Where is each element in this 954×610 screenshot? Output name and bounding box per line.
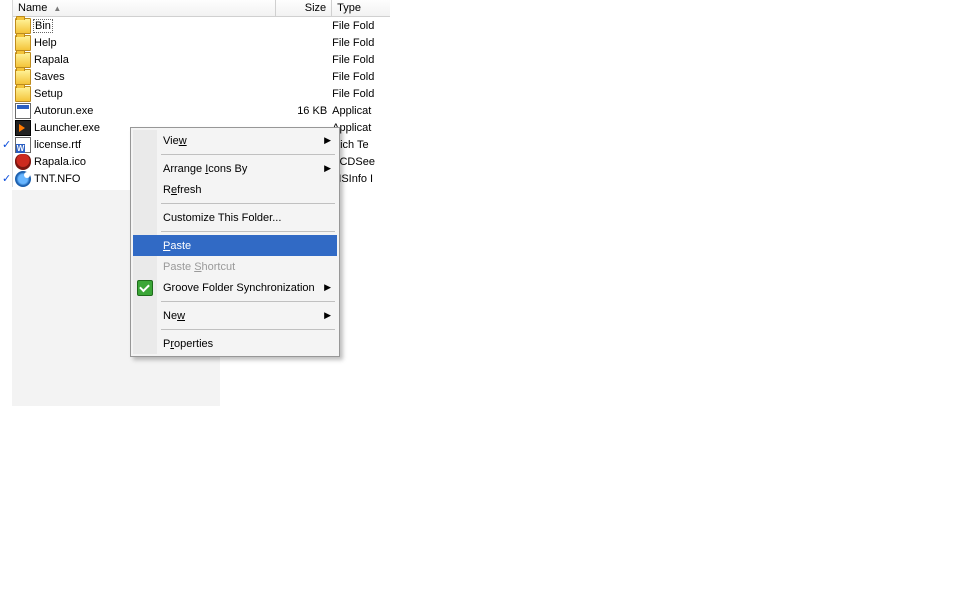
file-size: 16 KB <box>276 105 332 117</box>
column-header-type[interactable]: Type <box>332 0 390 16</box>
menu-item[interactable]: New ▶ <box>133 305 337 326</box>
submenu-arrow-icon: ▶ <box>324 135 331 146</box>
file-type: ACDSee <box>332 156 390 168</box>
menu-item-label: Groove Folder Synchronization <box>163 282 315 294</box>
menu-item[interactable]: Refresh <box>133 179 337 200</box>
menu-separator <box>133 228 337 235</box>
menu-separator <box>133 326 337 333</box>
column-header-row: Name ▲ Size Type <box>13 0 390 17</box>
file-name: Rapala <box>33 54 70 66</box>
file-name: license.rtf <box>33 139 82 151</box>
menu-item-label: View <box>163 135 187 147</box>
menu-item[interactable]: Paste <box>133 235 337 256</box>
context-menu: View ▶ Arrange Icons By ▶ Refresh Customize T… <box>130 127 340 357</box>
ico-icon <box>15 154 31 170</box>
column-header-name[interactable]: Name ▲ <box>13 0 276 16</box>
file-type: Applicat <box>332 122 390 134</box>
file-type: Applicat <box>332 105 390 117</box>
folder-icon <box>15 18 31 34</box>
file-name: Bin <box>33 19 53 33</box>
folder-icon <box>15 35 31 51</box>
menu-item-label: Paste <box>163 240 191 252</box>
menu-separator <box>133 151 337 158</box>
file-type: File Fold <box>332 71 390 83</box>
menu-item[interactable]: Arrange Icons By ▶ <box>133 158 337 179</box>
menu-item-label: Arrange Icons By <box>163 163 247 175</box>
file-row[interactable]: Setup File Fold <box>13 85 390 102</box>
file-name: Setup <box>33 88 64 100</box>
launcher-icon <box>15 120 31 136</box>
file-name: Rapala.ico <box>33 156 87 168</box>
file-name: Launcher.exe <box>33 122 101 134</box>
folder-icon <box>15 52 31 68</box>
menu-item[interactable]: View ▶ <box>133 130 337 151</box>
file-type: File Fold <box>332 54 390 66</box>
submenu-arrow-icon: ▶ <box>324 310 331 321</box>
menu-item-label: Paste Shortcut <box>163 261 235 273</box>
menu-item-label: New <box>163 310 185 322</box>
checkmark-icon: ✓ <box>2 138 11 151</box>
file-row[interactable]: Help File Fold <box>13 34 390 51</box>
checkmark-icon: ✓ <box>2 172 11 185</box>
file-name: Saves <box>33 71 66 83</box>
file-type: File Fold <box>332 88 390 100</box>
file-row[interactable]: Bin File Fold <box>13 17 390 34</box>
column-header-name-label: Name <box>18 2 47 14</box>
column-header-size[interactable]: Size <box>276 0 332 16</box>
nfo-icon <box>15 171 31 187</box>
column-header-type-label: Type <box>337 2 361 14</box>
sort-ascending-icon: ▲ <box>53 4 61 13</box>
menu-item-label: Refresh <box>163 184 202 196</box>
file-row[interactable]: Autorun.exe 16 KBApplicat <box>13 102 390 119</box>
rtf-icon <box>15 137 31 153</box>
file-type: File Fold <box>332 37 390 49</box>
menu-item: Paste Shortcut <box>133 256 337 277</box>
menu-item[interactable]: Properties <box>133 333 337 354</box>
exe-icon <box>15 103 31 119</box>
menu-separator <box>133 200 337 207</box>
file-type: MSInfo I <box>332 173 390 185</box>
file-row[interactable]: Saves File Fold <box>13 68 390 85</box>
menu-item[interactable]: Customize This Folder... <box>133 207 337 228</box>
submenu-arrow-icon: ▶ <box>324 282 331 293</box>
submenu-arrow-icon: ▶ <box>324 163 331 174</box>
groove-icon <box>137 280 153 296</box>
folder-icon <box>15 69 31 85</box>
file-name: TNT.NFO <box>33 173 81 185</box>
file-name: Help <box>33 37 58 49</box>
menu-item-label: Customize This Folder... <box>163 212 281 224</box>
menu-item-label: Properties <box>163 338 213 350</box>
column-header-size-label: Size <box>305 2 326 14</box>
file-type: File Fold <box>332 20 390 32</box>
file-name: Autorun.exe <box>33 105 94 117</box>
menu-item[interactable]: Groove Folder Synchronization ▶ <box>133 277 337 298</box>
menu-separator <box>133 298 337 305</box>
file-type: Rich Te <box>332 139 390 151</box>
folder-icon <box>15 86 31 102</box>
file-row[interactable]: Rapala File Fold <box>13 51 390 68</box>
